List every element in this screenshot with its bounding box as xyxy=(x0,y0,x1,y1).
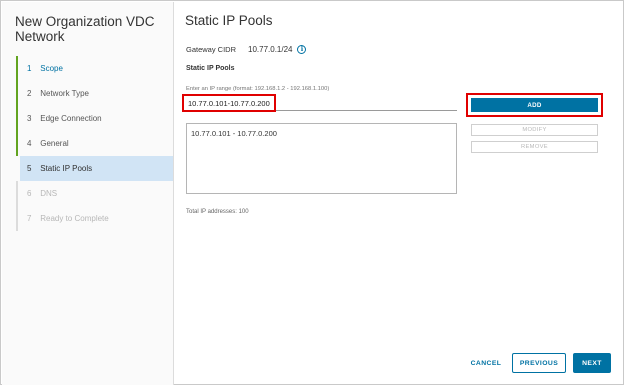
step-number: 5 xyxy=(27,164,32,173)
modify-button[interactable]: MODIFY xyxy=(471,124,598,136)
section-title: Static IP Pools xyxy=(186,65,235,72)
main-panel: Static IP Pools Gateway CIDR 10.77.0.1/2… xyxy=(175,2,624,385)
wizard-steps: 1 Scope 2 Network Type 3 Edge Connection… xyxy=(16,56,173,231)
step-ready-to-complete: 7 Ready to Complete xyxy=(16,206,173,231)
step-dns: 6 DNS xyxy=(16,181,173,206)
ip-range-input[interactable] xyxy=(186,97,457,111)
page-title: Static IP Pools xyxy=(185,13,273,28)
step-general[interactable]: 4 General xyxy=(16,131,173,156)
wizard-title: New Organization VDC Network xyxy=(15,14,155,44)
ip-range-hint: Enter an IP range (format: 192.168.1.2 -… xyxy=(186,86,330,92)
wizard-sidebar: New Organization VDC Network 1 Scope 2 N… xyxy=(2,2,174,385)
previous-button[interactable]: PREVIOUS xyxy=(512,353,566,373)
step-progress-bar xyxy=(16,131,18,156)
step-label: Edge Connection xyxy=(40,114,102,123)
gateway-cidr-row: Gateway CIDR 10.77.0.1/24 i xyxy=(186,45,307,54)
step-progress-bar xyxy=(16,106,18,131)
step-progress-bar xyxy=(16,206,18,231)
step-label: General xyxy=(40,139,69,148)
step-number: 7 xyxy=(27,214,32,223)
info-icon[interactable]: i xyxy=(297,45,307,54)
step-network-type[interactable]: 2 Network Type xyxy=(16,81,173,106)
step-number: 4 xyxy=(27,139,32,148)
ip-pool-item[interactable]: 10.77.0.101 - 10.77.0.200 xyxy=(187,124,456,138)
step-label: Network Type xyxy=(40,89,89,98)
step-static-ip-pools[interactable]: 5 Static IP Pools xyxy=(20,156,173,181)
gateway-cidr-label: Gateway CIDR xyxy=(186,45,237,54)
total-ip-addresses: Total IP addresses: 100 xyxy=(186,209,249,215)
step-label: Static IP Pools xyxy=(40,164,93,173)
step-number: 2 xyxy=(27,89,32,98)
ip-pool-list[interactable]: 10.77.0.101 - 10.77.0.200 xyxy=(186,123,457,194)
step-number: 6 xyxy=(27,189,32,198)
step-label: Ready to Complete xyxy=(40,214,109,223)
cancel-button[interactable]: CANCEL xyxy=(466,354,506,372)
step-progress-bar xyxy=(16,81,18,106)
step-scope[interactable]: 1 Scope xyxy=(16,56,173,81)
step-number: 3 xyxy=(27,114,32,123)
gateway-cidr-value: 10.77.0.1/24 xyxy=(248,45,293,54)
step-edge-connection[interactable]: 3 Edge Connection xyxy=(16,106,173,131)
step-label: DNS xyxy=(40,189,58,198)
remove-button[interactable]: REMOVE xyxy=(471,141,598,153)
next-button[interactable]: NEXT xyxy=(573,353,611,373)
step-number: 1 xyxy=(27,64,32,73)
step-progress-bar xyxy=(16,56,18,81)
wizard-dialog: New Organization VDC Network 1 Scope 2 N… xyxy=(0,0,624,385)
step-label: Scope xyxy=(40,64,63,73)
add-button[interactable]: ADD xyxy=(471,98,598,112)
step-progress-bar xyxy=(16,181,18,206)
